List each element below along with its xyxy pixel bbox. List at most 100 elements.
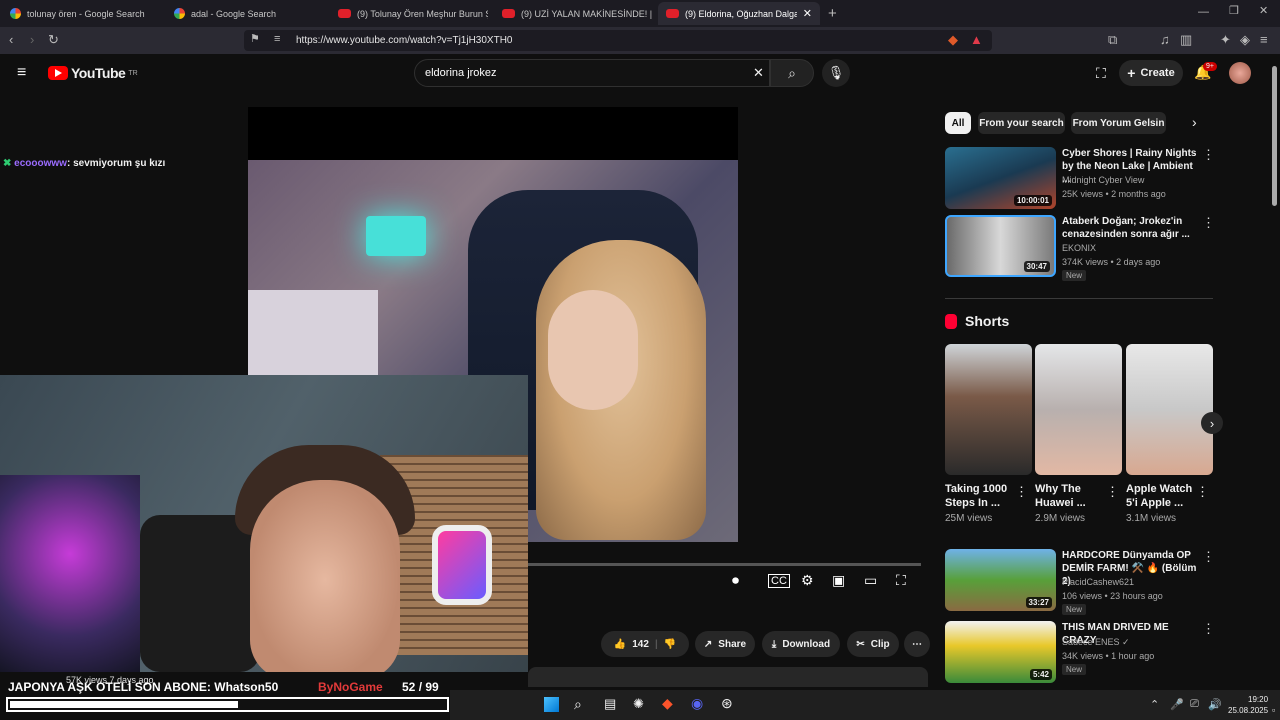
short-title[interactable]: Why The Huawei ... xyxy=(1035,482,1105,510)
search-input[interactable]: eldorina jrokez xyxy=(425,67,497,79)
steam-icon[interactable]: ⊛ xyxy=(721,695,733,712)
bookmark-icon[interactable]: ⚑ xyxy=(250,34,260,45)
brave-shields-icon[interactable]: ◆ xyxy=(948,33,958,46)
chip-from-your-search[interactable]: From your search xyxy=(978,112,1065,134)
recommendation-item[interactable]: 30:47 Ataberk Doğan; Jrokez'in cenazesin… xyxy=(945,215,1215,283)
browser-tab[interactable]: tolunay ören - Google Search xyxy=(2,2,162,25)
address-bar[interactable]: ⚑ ≡ https://www.youtube.com/watch?v=Tj1j… xyxy=(244,30,992,51)
minimize-icon[interactable]: — xyxy=(1198,7,1209,18)
captions-icon[interactable]: CC xyxy=(768,574,790,588)
recommendation-item[interactable]: 33:27 HARDCORE Dünyamda OP DEMİR FARM! ⚒… xyxy=(945,549,1215,615)
browser-tab[interactable]: (9) Tolunay Ören Meşhur Burun Şaka xyxy=(330,2,488,25)
browser-tab[interactable]: (9) UZİ YALAN MAKİNESİNDE! | #PEM xyxy=(494,2,652,25)
voice-search-button[interactable]: 🎙 xyxy=(822,59,850,87)
browser-tab[interactable]: adal - Google Search xyxy=(166,2,326,25)
create-button[interactable]: + Create xyxy=(1119,60,1183,86)
windows-start-icon[interactable] xyxy=(544,697,559,712)
clip-button[interactable]: ✂ Clip xyxy=(847,631,899,657)
shorts-next-icon[interactable]: › xyxy=(1201,412,1223,434)
file-explorer-icon[interactable]: ▤ xyxy=(604,696,616,712)
search-box[interactable]: eldorina jrokez ✕ xyxy=(414,59,770,87)
kebab-menu-icon[interactable]: ⋮ xyxy=(1015,484,1028,500)
site-info-icon[interactable]: ≡ xyxy=(274,34,280,45)
network-icon[interactable]: ⎚ xyxy=(1190,698,1199,711)
channel-name: PlacidCashew621 xyxy=(1062,577,1135,587)
microphone-tray-icon[interactable]: 🎤 xyxy=(1170,698,1184,711)
recommendation-item[interactable]: 10:00:01 Cyber Shores | Rainy Nights by … xyxy=(945,147,1215,209)
window-close-icon[interactable]: ✕ xyxy=(1259,6,1268,17)
youtube-logo[interactable]: YouTube TR xyxy=(48,65,138,81)
like-count[interactable]: 142 xyxy=(632,639,649,650)
goal-current: 52 xyxy=(402,680,416,694)
close-icon[interactable]: ✕ xyxy=(803,7,812,20)
avatar[interactable] xyxy=(1229,62,1251,84)
chatgpt-icon[interactable]: ✺ xyxy=(633,696,644,712)
divider xyxy=(945,298,1213,299)
settings-gear-icon[interactable]: ⚙ xyxy=(801,572,814,589)
kebab-menu-icon[interactable]: ⋮ xyxy=(1202,621,1215,637)
download-label: Download xyxy=(782,638,831,650)
chevron-right-icon[interactable]: › xyxy=(1192,114,1197,130)
search-icon[interactable]: ⌕ xyxy=(574,696,582,713)
google-icon xyxy=(174,8,185,19)
brave-browser-icon[interactable]: ◆ xyxy=(662,695,673,712)
leo-icon[interactable]: ✦ xyxy=(1220,33,1231,46)
tray-chevron-icon[interactable]: ⌃ xyxy=(1150,698,1159,711)
description-box[interactable] xyxy=(528,667,928,687)
forward-icon[interactable]: › xyxy=(30,33,34,46)
kebab-menu-icon[interactable]: ⋮ xyxy=(1202,147,1215,163)
share-button[interactable]: ↗ Share xyxy=(695,631,755,657)
theater-mode-icon[interactable]: ▭ xyxy=(864,572,877,589)
kebab-menu-icon[interactable]: ⋮ xyxy=(1106,484,1119,500)
new-tab-icon[interactable]: + xyxy=(828,6,837,21)
fullscreen-icon[interactable]: ⛶ xyxy=(896,572,906,589)
short-thumbnail[interactable] xyxy=(1035,344,1122,475)
brave-rewards-icon[interactable]: ▲ xyxy=(970,33,983,46)
menu-icon[interactable]: ≡ xyxy=(1260,33,1268,46)
hamburger-menu-icon[interactable]: ≡ xyxy=(17,64,26,82)
clock-date: 25.08.2025 xyxy=(1228,706,1269,715)
cast-icon[interactable]: ⛶ xyxy=(1096,65,1106,82)
clear-search-icon[interactable]: ✕ xyxy=(753,65,764,81)
ghostface-poster xyxy=(0,475,140,672)
kebab-menu-icon[interactable]: ⋮ xyxy=(1202,549,1215,565)
chip-from-yorum-gelsin[interactable]: From Yorum Gelsin xyxy=(1071,112,1166,134)
subscriber-goal-bar xyxy=(6,697,449,712)
like-icon[interactable]: 👍 xyxy=(614,639,626,650)
dislike-icon[interactable]: 👎 xyxy=(664,639,676,650)
video-progress-bar[interactable] xyxy=(528,563,921,566)
video-thumbnail: 10:00:01 xyxy=(945,147,1056,209)
maximize-icon[interactable]: ❐ xyxy=(1229,6,1239,17)
page-scrollbar[interactable] xyxy=(1272,66,1277,206)
short-views: 25M views xyxy=(945,513,993,524)
short-title[interactable]: Apple Watch 5'i Apple ... xyxy=(1126,482,1196,510)
short-title[interactable]: Taking 1000 Steps In ... xyxy=(945,482,1015,510)
more-actions-button[interactable]: ⋯ xyxy=(904,631,930,657)
notification-center-icon[interactable]: ▫ xyxy=(1272,705,1275,715)
kebab-menu-icon[interactable]: ⋮ xyxy=(1196,484,1209,500)
sidebar-icon[interactable]: ▥ xyxy=(1180,33,1192,46)
chat-username: ecooowww xyxy=(14,158,67,169)
browser-tab-active[interactable]: (9) Eldorina, Oğuzhan Dalgakıran ✕ xyxy=(658,2,820,25)
volume-icon[interactable]: 🔊 xyxy=(1208,698,1222,711)
download-button[interactable]: ⤓ Download xyxy=(762,631,840,657)
channel-name: Midnight Cyber View xyxy=(1062,175,1145,185)
miniplayer-icon[interactable]: ▣ xyxy=(832,572,845,589)
back-icon[interactable]: ‹ xyxy=(9,33,13,46)
system-clock[interactable]: 19:20 25.08.2025 xyxy=(1228,694,1268,716)
vpn-icon[interactable]: ◈ xyxy=(1240,33,1250,46)
reload-icon[interactable]: ↻ xyxy=(48,33,59,46)
short-thumbnail[interactable] xyxy=(945,344,1032,475)
autoplay-toggle-icon[interactable]: ⏺ xyxy=(732,572,739,589)
chip-all[interactable]: All xyxy=(945,112,971,134)
short-thumbnail[interactable] xyxy=(1126,344,1213,475)
recommendation-item[interactable]: 5:42 THIS MAN DRIVED ME CRAZY Sadece ENE… xyxy=(945,621,1215,683)
media-icon[interactable]: ♫ xyxy=(1160,33,1170,46)
duration-badge: 5:42 xyxy=(1029,669,1052,680)
kebab-menu-icon[interactable]: ⋮ xyxy=(1202,215,1215,231)
extensions-icon[interactable]: ⧉ xyxy=(1108,33,1117,46)
search-button[interactable]: ⌕ xyxy=(770,59,814,87)
share-icon: ↗ xyxy=(703,638,713,650)
video-meta: 374K views • 2 days ago xyxy=(1062,257,1161,267)
discord-icon[interactable]: ◉ xyxy=(691,695,703,712)
